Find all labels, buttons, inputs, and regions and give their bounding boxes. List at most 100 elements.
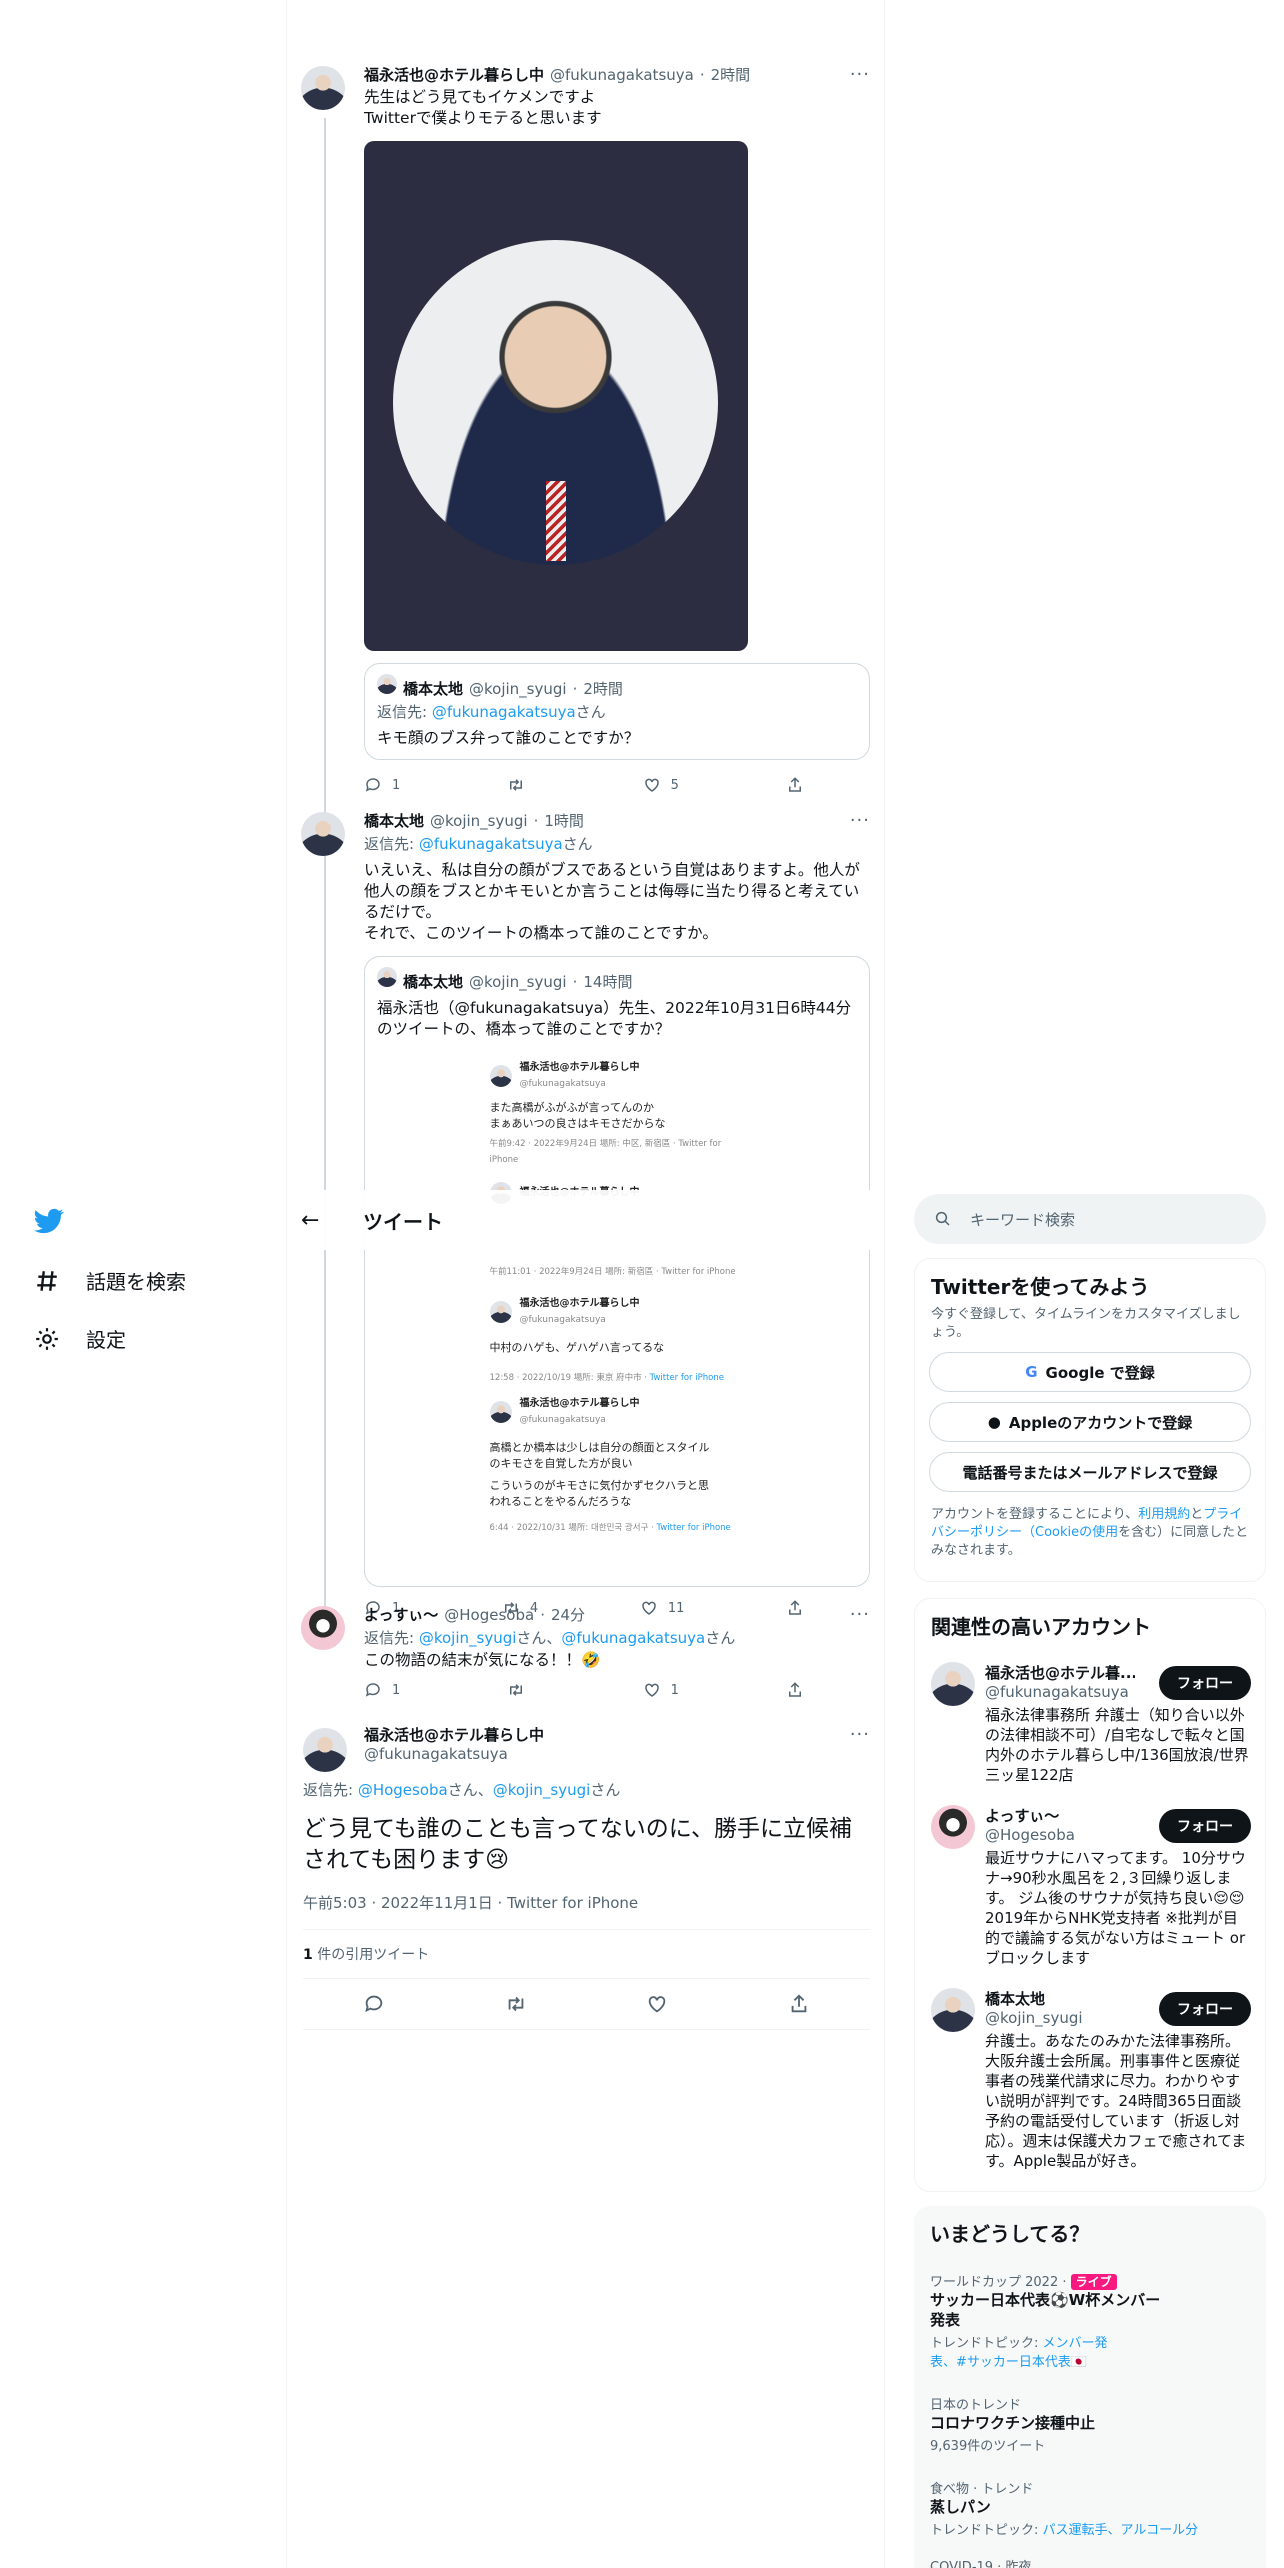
- phone-signup-button[interactable]: 電話番号またはメールアドレスで登録: [929, 1452, 1251, 1492]
- share-button[interactable]: [786, 776, 804, 794]
- column-divider-right: [884, 0, 885, 2568]
- quote-text: 福永活也（@fukunagakatsuya）先生、2022年10月31日6時44…: [377, 999, 852, 1038]
- share-icon[interactable]: [788, 1993, 810, 2015]
- more-icon[interactable]: ···: [850, 1724, 870, 1745]
- author-name[interactable]: 橋本太地: [364, 810, 424, 831]
- reply-to-link[interactable]: @fukunagakatsuya: [561, 1629, 705, 1647]
- shot-text: 中村のハゲも、ゲハゲハ言ってるな: [489, 1341, 665, 1354]
- back-arrow-icon[interactable]: ←: [301, 1208, 341, 1233]
- live-badge: ライブ: [1070, 2274, 1117, 2290]
- shot-meta: 午前11:01 · 2022年9月24日 場所: 新宿區 · Twitter f…: [489, 1267, 736, 1277]
- reply-button[interactable]: 1: [364, 776, 400, 794]
- author-name[interactable]: 福永活也@ホテル暮らし中: [364, 64, 544, 85]
- trend-item[interactable]: 日本のトレンド コロナワクチン接種中止 9,639件のツイート: [914, 2382, 1266, 2466]
- tweet-1[interactable]: ··· 福永活也@ホテル暮らし中 @fukunagakatsuya · 2時間 先生は…: [287, 64, 884, 794]
- follow-button[interactable]: フォロー: [1159, 1666, 1251, 1700]
- author-name[interactable]: 福永活也@ホテル暮らし中: [364, 1724, 870, 1745]
- search-input[interactable]: キーワード検索: [914, 1194, 1266, 1244]
- retweet-icon: [510, 779, 523, 791]
- share-button[interactable]: [786, 1681, 804, 1699]
- trend-title: コロナワクチン接種中止: [930, 2414, 1096, 2432]
- trends-title: いまどうしてる？: [930, 2222, 1090, 2246]
- terms-link[interactable]: 利用規約: [1138, 1507, 1190, 1522]
- quote-tweets-count[interactable]: 1 件の引用ツイート: [303, 1930, 870, 1978]
- like-button[interactable]: 5: [643, 776, 679, 794]
- avatar[interactable]: [931, 1805, 975, 1849]
- heart-icon[interactable]: [646, 1993, 668, 2015]
- account-item[interactable]: 福永活也@ホテル暮... @fukunagakatsuya 福永法律事務所 弁護…: [915, 1652, 1265, 1795]
- account-bio: 福永法律事務所 弁護士（知り合い以外の法律相談不可）/自宅なしで転々と国内外のホ…: [985, 1706, 1249, 1784]
- account-item[interactable]: 橋本太地 @kojin_syugi 弁護士。あなたのみかた法律事務所。大阪弁護士…: [915, 1978, 1265, 2181]
- trend-topic-link[interactable]: 表、#サッカー日本代表🇯🇵: [930, 2355, 1087, 2370]
- avatar: [377, 674, 397, 694]
- avatar[interactable]: [301, 66, 345, 110]
- reply-to-link[interactable]: @kojin_syugi: [493, 1781, 591, 1799]
- account-bio: 弁護士。あなたのみかた法律事務所。大阪弁護士会所属。刑事事件と医療従事者の残業代…: [985, 2032, 1247, 2170]
- hashtag-icon: [37, 1270, 57, 1291]
- author-handle[interactable]: @fukunagakatsuya: [364, 1745, 870, 1763]
- shot-handle: @fukunagakatsuya: [519, 1415, 606, 1425]
- shot-text: また高橋がふがふが言ってんのか: [489, 1101, 654, 1114]
- reply-to-link[interactable]: @kojin_syugi: [419, 1629, 517, 1647]
- more-icon[interactable]: ···: [850, 810, 870, 831]
- more-icon[interactable]: ···: [850, 1604, 870, 1625]
- google-signup-button[interactable]: G Google で登録: [929, 1352, 1251, 1392]
- google-icon: G: [1025, 1363, 1038, 1381]
- tweet-photo[interactable]: [364, 141, 748, 651]
- retweet-button[interactable]: [507, 1681, 535, 1699]
- share-icon: [788, 777, 801, 792]
- like-button[interactable]: 1: [643, 1681, 679, 1699]
- nav-settings[interactable]: 設定: [34, 1324, 126, 1353]
- trend-item[interactable]: 食べ物 · トレンド 蒸しパン トレンドトピック: パス運転手、アルコール分: [914, 2466, 1266, 2550]
- quoted-screenshot-image[interactable]: 福永活也@ホテル暮らし中 @fukunagakatsuya また高橋がふがふが言っ…: [489, 1060, 745, 1580]
- avatar[interactable]: [931, 1988, 975, 2032]
- avatar[interactable]: [301, 812, 345, 856]
- apple-signup-button[interactable]: ● Appleのアカウントで登録: [929, 1402, 1251, 1442]
- nav-settings-label: 設定: [86, 1328, 126, 1352]
- signup-title: Twitterを使ってみよう: [931, 1275, 1150, 1299]
- reply-button[interactable]: 1: [364, 1681, 400, 1699]
- avatar[interactable]: [303, 1728, 347, 1772]
- reply-to-link[interactable]: @fukunagakatsuya: [432, 703, 576, 721]
- avatar[interactable]: [931, 1662, 975, 1706]
- reply-to-link[interactable]: @Hogesoba: [358, 1781, 448, 1799]
- reply-to-link[interactable]: @fukunagakatsuya: [419, 835, 563, 853]
- follow-button[interactable]: フォロー: [1159, 1992, 1251, 2026]
- tweet-time[interactable]: 1時間: [544, 810, 584, 831]
- author-name[interactable]: よっすぃ〜: [364, 1604, 438, 1625]
- quote-time: 14時間: [583, 973, 633, 991]
- trend-topic-link[interactable]: メンバー発: [1043, 2336, 1108, 2351]
- quoted-tweet[interactable]: 橋本太地 @kojin_syugi · 14時間 福永活也（@fukunagakats…: [364, 956, 870, 1587]
- share-icon: [788, 1682, 801, 1697]
- reply-icon[interactable]: [363, 1993, 385, 2015]
- trend-item[interactable]: COVID-19 · 昨夜: [914, 2550, 1266, 2568]
- tweet-time[interactable]: 2時間: [711, 64, 751, 85]
- retweet-icon[interactable]: [505, 1993, 527, 2015]
- portrait-tie: [546, 481, 566, 561]
- more-icon[interactable]: ···: [850, 64, 870, 85]
- author-handle[interactable]: @kojin_syugi: [430, 812, 528, 830]
- nav-explore[interactable]: 話題を検索: [34, 1266, 186, 1295]
- heart-icon: [644, 1683, 659, 1697]
- reply-to: 返信先: @fukunagakatsuyaさん: [364, 835, 593, 853]
- signup-subtitle: 今すぐ登録して、タイムラインをカスタマイズしましょう。: [931, 1307, 1241, 1340]
- follow-button[interactable]: フォロー: [1159, 1809, 1251, 1843]
- author-handle[interactable]: @fukunagakatsuya: [550, 66, 694, 84]
- tweet-time[interactable]: 24分: [551, 1604, 585, 1625]
- related-title: 関連性の高いアカウント: [931, 1615, 1151, 1639]
- shot-text: のキモさを自覚した方が良い: [489, 1457, 633, 1470]
- tweet-timestamp[interactable]: 午前5:03 · 2022年11月1日 · Twitter for iPhone: [303, 1892, 870, 1913]
- quoted-tweet[interactable]: 橋本太地 @kojin_syugi · 2時間 返信先: @fukunagakatsu…: [364, 663, 870, 760]
- trend-item[interactable]: ワールドカップ 2022 · ライブ サッカー日本代表⚽️W杯メンバー 発表 ト…: [914, 2259, 1266, 2382]
- twitter-logo-icon[interactable]: [34, 1206, 64, 1240]
- account-item[interactable]: よっすぃ〜 @Hogesoba 最近サウナにハマってます。 10分サウナ→90秒…: [915, 1795, 1265, 1978]
- trend-topic-link[interactable]: パス運転手、アルコール分: [1043, 2523, 1199, 2538]
- quote-author-name: 橋本太地: [403, 680, 464, 698]
- retweet-button[interactable]: [507, 776, 535, 794]
- author-handle[interactable]: @Hogesoba: [444, 1606, 534, 1624]
- avatar: [489, 1065, 512, 1087]
- avatar[interactable]: [301, 1606, 345, 1650]
- tweet-3[interactable]: ··· よっすぃ〜 @Hogesoba · 24分 返信先: @kojin_syugi…: [287, 1604, 884, 1699]
- tweet-text: それで、このツイートの橋本って誰のことですか。: [364, 924, 718, 942]
- main-tweet-actions: [303, 1979, 870, 2029]
